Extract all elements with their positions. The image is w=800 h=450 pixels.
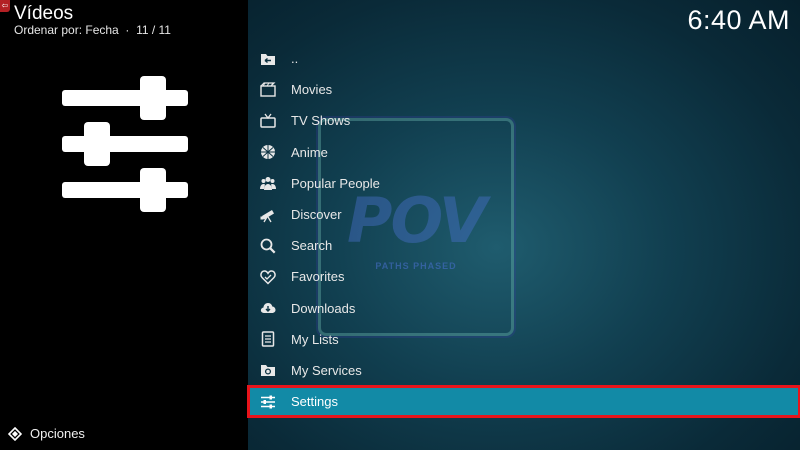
page-title: Vídeos <box>14 3 74 24</box>
people-icon <box>259 174 277 192</box>
settings-sliders-icon <box>259 393 277 411</box>
options-button[interactable]: Opciones <box>8 426 85 441</box>
menu-item-downloads[interactable]: Downloads <box>248 293 800 324</box>
menu-item-parent[interactable]: .. <box>248 43 800 74</box>
menu-item-label: Movies <box>291 82 333 98</box>
list-icon <box>259 330 277 348</box>
folder-back-icon <box>259 50 277 68</box>
tv-icon <box>259 112 277 130</box>
menu-item-search[interactable]: Search <box>248 230 800 261</box>
menu-item-favorites[interactable]: Favorites <box>248 261 800 292</box>
menu-item-settings[interactable]: Settings <box>247 385 800 419</box>
menu-item-label: Popular People <box>291 175 380 191</box>
menu-item-movies[interactable]: Movies <box>248 74 800 105</box>
menu-item-label: .. <box>291 51 299 67</box>
menu-item-label: Downloads <box>291 300 356 316</box>
settings-sliders-hero-icon <box>62 76 188 212</box>
telescope-icon <box>259 206 277 224</box>
options-icon <box>8 426 22 441</box>
menu-item-label: Favorites <box>291 269 345 285</box>
item-count: 11 / 11 <box>136 23 171 37</box>
menu-item-popular-people[interactable]: Popular People <box>248 168 800 199</box>
services-icon <box>259 361 277 379</box>
menu-item-anime[interactable]: Anime <box>248 137 800 168</box>
menu-item-label: Anime <box>291 144 328 160</box>
cloud-download-icon <box>259 299 277 317</box>
menu-item-label: My Services <box>291 362 362 378</box>
menu-item-label: TV Shows <box>291 113 351 129</box>
menu-item-label: Discover <box>291 207 342 223</box>
menu-item-label: Search <box>291 238 333 254</box>
back-badge-icon[interactable]: ⇦ <box>0 0 10 12</box>
menu-item-discover[interactable]: Discover <box>248 199 800 230</box>
heart-icon <box>259 268 277 286</box>
grid-circle-icon <box>259 143 277 161</box>
menu-item-my-services[interactable]: My Services <box>248 355 800 386</box>
menu-list: .. Movies TV Shows Anime Popular People … <box>247 43 800 419</box>
left-panel: ⇦ Vídeos Ordenar por: Fecha · 11 / 11 Op… <box>0 0 248 450</box>
menu-item-label: My Lists <box>291 331 339 347</box>
menu-item-tv-shows[interactable]: TV Shows <box>248 105 800 136</box>
options-label: Opciones <box>30 426 85 441</box>
menu-item-my-lists[interactable]: My Lists <box>248 324 800 355</box>
sort-info: Ordenar por: Fecha · 11 / 11 <box>14 23 171 37</box>
clock: 6:40 AM <box>687 5 790 35</box>
sort-label: Ordenar por: Fecha <box>14 23 119 37</box>
menu-item-label: Settings <box>291 394 338 410</box>
search-icon <box>259 237 277 255</box>
separator: · <box>125 23 130 37</box>
film-icon <box>259 81 277 99</box>
